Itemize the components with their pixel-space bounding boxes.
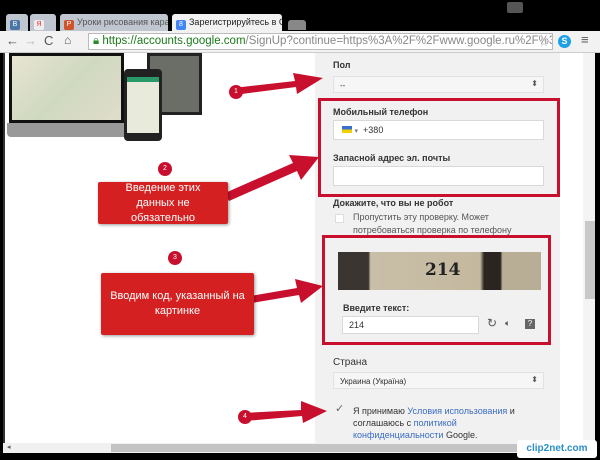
robot-label: Докажите, что вы не робот: [333, 198, 454, 208]
forward-icon[interactable]: →: [24, 33, 37, 48]
annotation-number-2: 2: [158, 162, 172, 176]
terms-text: Я принимаю Условия использования и согла…: [353, 405, 533, 441]
yandex-icon: Я: [34, 20, 44, 30]
select-arrows-icon: ⬍: [531, 79, 538, 88]
reload-icon[interactable]: C: [44, 33, 53, 48]
annotation-number-3: 3: [168, 251, 182, 265]
privacy-policy-link[interactable]: политикой: [414, 418, 457, 428]
watermark-text: clip2net.com: [526, 443, 588, 454]
address-bar[interactable]: 🔒︎ https://accounts.google.com/SignUp?co…: [88, 33, 553, 50]
terms-text-3: соглашаюсь с: [353, 418, 414, 428]
google-icon: 8: [176, 20, 186, 30]
skip-check-checkbox[interactable]: [335, 214, 344, 223]
country-value: Украина (Україна): [340, 377, 407, 386]
optional-fields-highlight: [318, 98, 560, 197]
terms-checkbox-checkmark-icon[interactable]: ✓: [335, 402, 344, 415]
arrow-1: [233, 73, 323, 95]
tab-label: Уроки рисования каранд: [77, 17, 168, 27]
scroll-left-icon[interactable]: ◂: [7, 443, 11, 451]
terms-text-2: и: [507, 406, 515, 416]
gender-select[interactable]: -- ⬍: [333, 76, 544, 93]
tab-lessons[interactable]: PУроки рисования каранд: [60, 14, 168, 31]
privacy-policy-link-2[interactable]: конфиденциальности: [353, 430, 443, 440]
terms-of-service-link[interactable]: Условия использования: [407, 406, 507, 416]
arrow-3: [250, 279, 323, 303]
arrow-2: [225, 155, 319, 201]
country-select[interactable]: Украина (Україна) ⬍: [333, 372, 544, 389]
terms-text-4: Google.: [443, 430, 478, 440]
terms-text-1: Я принимаю: [353, 406, 408, 416]
select-arrows-icon: ⬍: [531, 375, 538, 384]
tab-google-signup[interactable]: 8Зарегистрируйтесь в Goo: [172, 14, 282, 31]
captcha-highlight: [322, 235, 551, 345]
annotation-arrows: [225, 73, 327, 423]
gender-value: --: [340, 81, 346, 90]
tab-label: Зарегистрируйтесь в Goo: [189, 17, 282, 27]
presentation-icon: P: [64, 20, 74, 30]
skip-check-text: Пропустить эту проверку. Может потребоват…: [353, 211, 512, 237]
arrow-4: [243, 401, 327, 423]
annotation-number-4: 4: [238, 410, 252, 424]
window-user-button[interactable]: [507, 2, 523, 13]
skype-icon[interactable]: S: [558, 35, 571, 48]
back-icon[interactable]: ←: [6, 33, 19, 48]
menu-icon[interactable]: ≡: [581, 32, 589, 47]
url-host: https://accounts.google.com: [102, 35, 246, 47]
horizontal-scrollbar[interactable]: ◂: [3, 443, 595, 453]
page-content: Пол -- ⬍ Мобильный телефон ▾ +380 Запасно…: [3, 53, 595, 443]
annotation-callout-3: Вводим код, указанный на картинке: [101, 273, 254, 335]
vk-icon: B: [10, 20, 20, 30]
bookmark-star-icon[interactable]: ☆: [539, 35, 549, 49]
skip-line-1: Пропустить эту проверку. Может: [353, 212, 489, 222]
clip2net-watermark: clip2net.com: [517, 440, 597, 458]
tab-yandex[interactable]: Я: [30, 14, 56, 31]
lock-icon: 🔒︎: [93, 35, 100, 47]
country-label: Страна: [333, 357, 368, 368]
url-path: /SignUp?continue=https%3A%2F%2Fwww.googl…: [245, 35, 553, 47]
gender-label: Пол: [333, 60, 351, 70]
annotation-number-1: 1: [229, 85, 243, 99]
vertical-scrollbar-thumb[interactable]: [585, 221, 595, 299]
home-icon[interactable]: ⌂: [64, 33, 71, 47]
horizontal-scrollbar-thumb[interactable]: [111, 444, 561, 452]
annotation-callout-2: Введение этих данных не обязательно: [98, 182, 228, 224]
vertical-scrollbar[interactable]: [583, 53, 595, 443]
browser-toolbar: ← → C ⌂ 🔒︎ https://accounts.google.com/S…: [0, 31, 600, 53]
tab-vk[interactable]: B: [6, 14, 28, 31]
new-tab-button[interactable]: [288, 20, 306, 30]
